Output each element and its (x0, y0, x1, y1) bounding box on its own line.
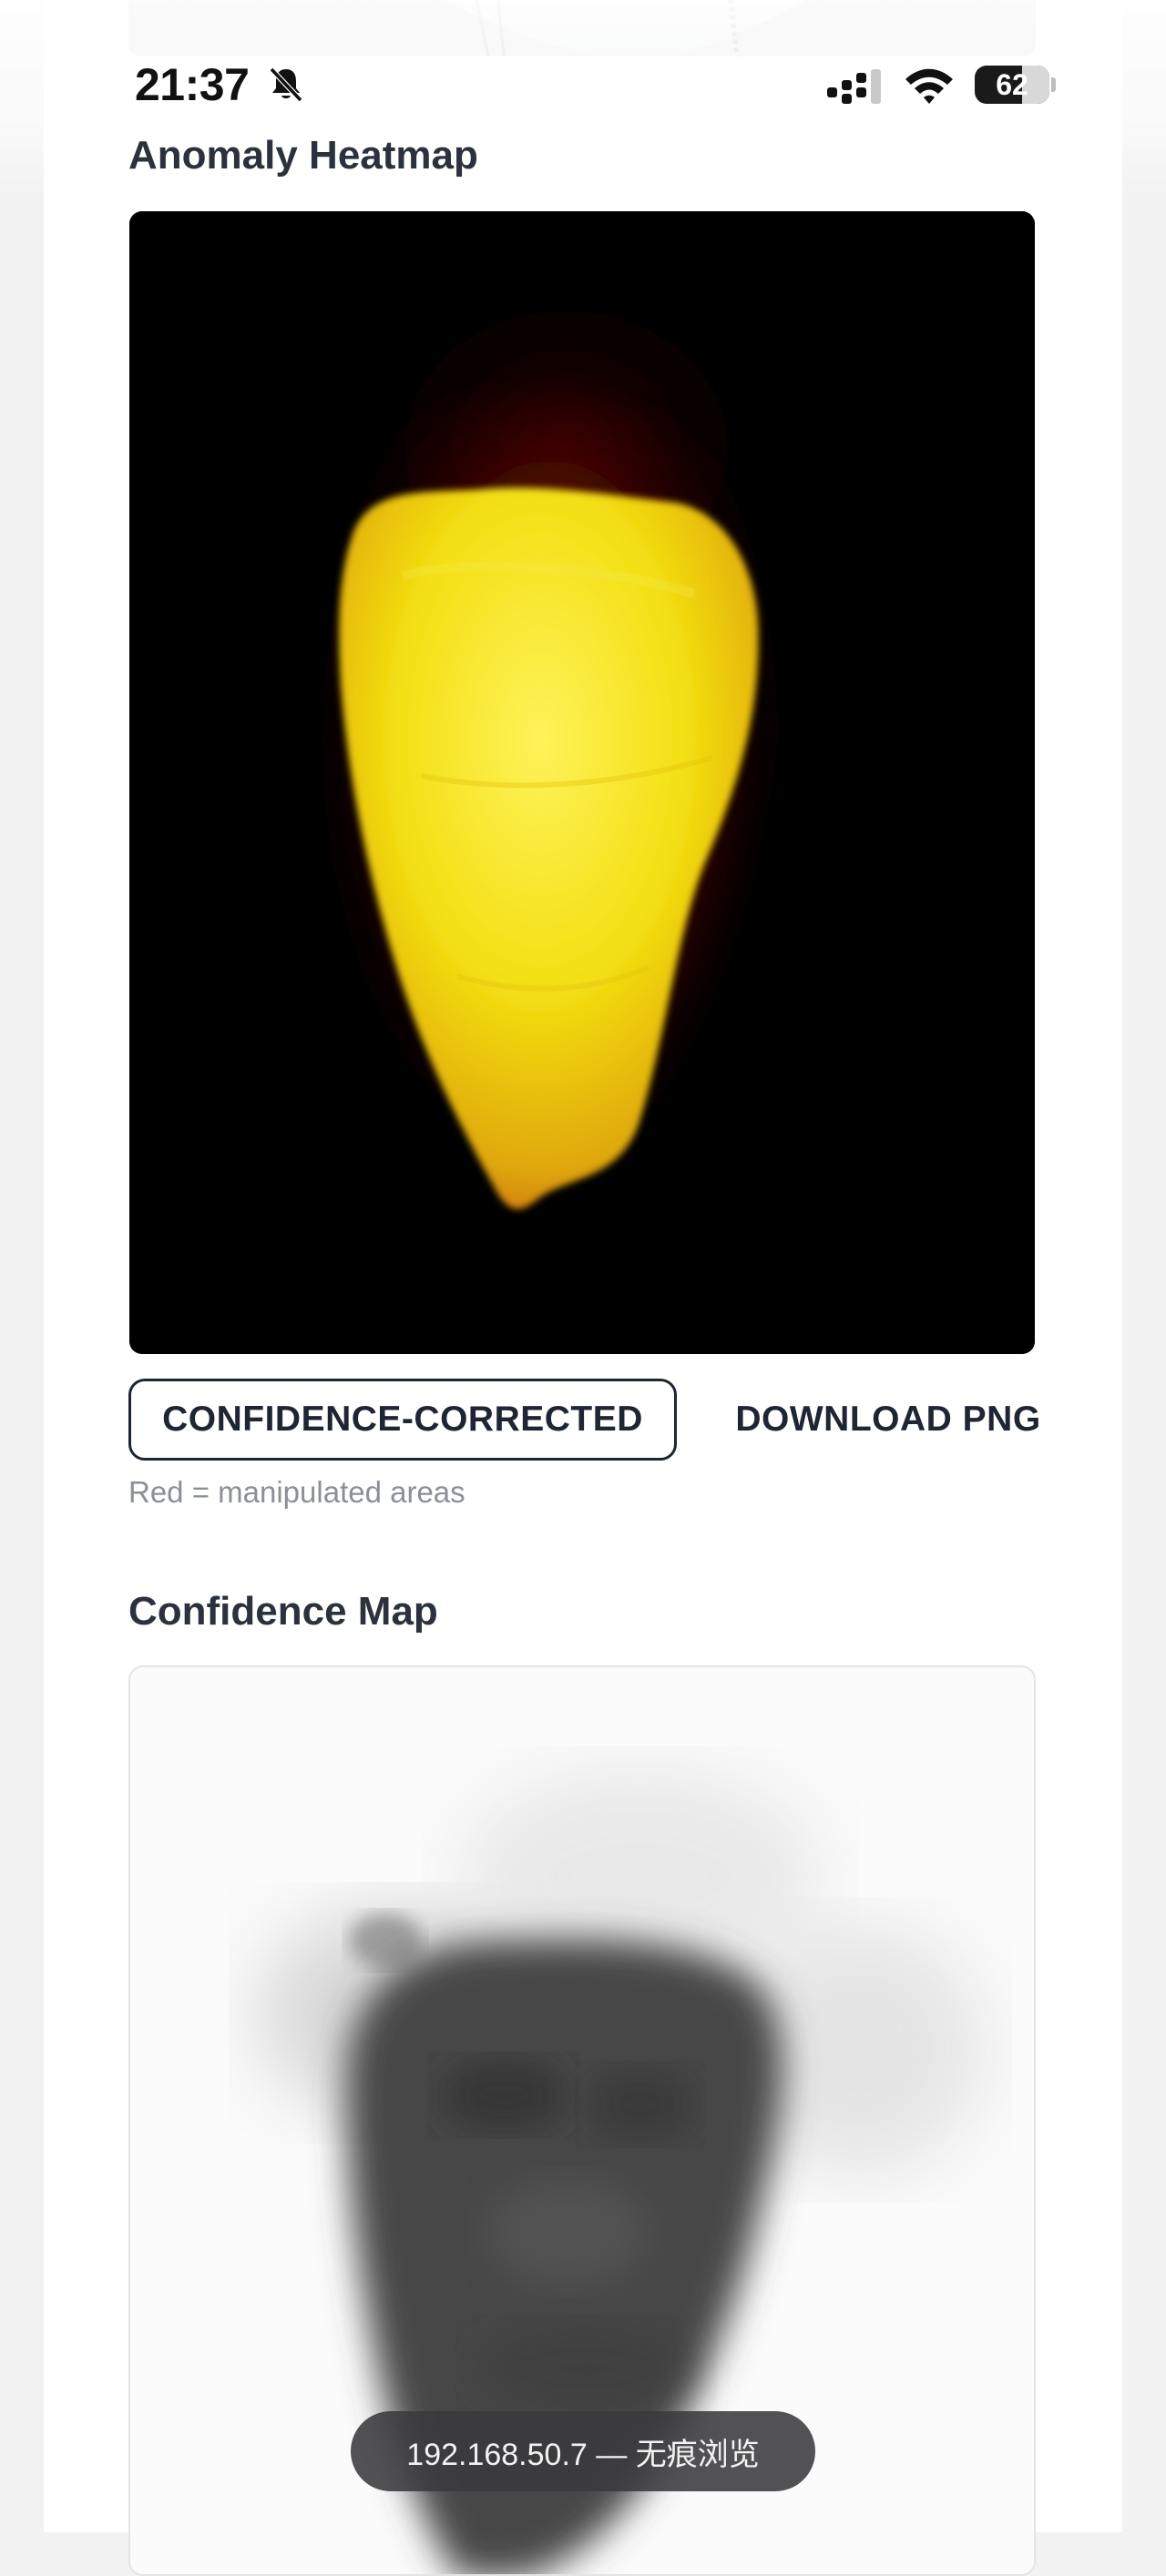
battery-tip (1051, 77, 1056, 92)
signal-icon (827, 69, 881, 104)
download-png-button[interactable]: DOWNLOAD PNG (720, 1379, 1057, 1461)
heatmap-title: Anomaly Heatmap (128, 133, 478, 178)
confidence-corrected-button[interactable]: CONFIDENCE-CORRECTED (128, 1379, 677, 1461)
bell-muted-icon (269, 66, 303, 103)
wifi-icon (905, 68, 953, 104)
browser-address-pill[interactable]: 192.168.50.7 — 无痕浏览 (351, 2411, 815, 2491)
battery-level: 62 (996, 68, 1028, 101)
status-time: 21:37 (135, 59, 250, 110)
battery-icon: 62 (975, 66, 1049, 104)
anomaly-heatmap-image (129, 211, 1035, 1354)
heatmap-caption: Red = manipulated areas (128, 1475, 465, 1509)
previous-result-image (128, 0, 1036, 56)
confidence-map-title: Confidence Map (128, 1589, 438, 1634)
